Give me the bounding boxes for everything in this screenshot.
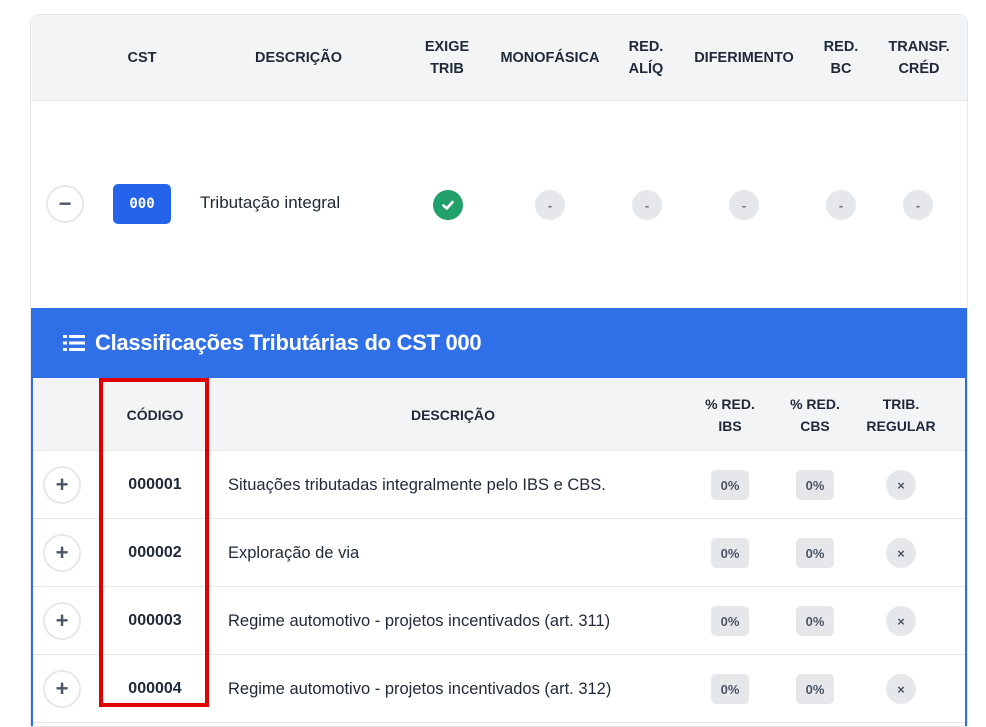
row-description: Regime automotivo - projetos incentivado… bbox=[228, 611, 611, 630]
header-transf-cred[interactable]: TRANSF. CRÉD bbox=[879, 15, 959, 101]
red-cbs-value: 0% bbox=[796, 606, 834, 636]
header-red-cbs[interactable]: % RED. CBS bbox=[783, 378, 847, 451]
transf-cred-dash: - bbox=[903, 190, 933, 220]
cst-table-card: CST DESCRIÇÃO EXIGE TRIB MONOFÁSICA RED.… bbox=[30, 14, 968, 727]
header-descricao-inner[interactable]: DESCRIÇÃO bbox=[228, 378, 678, 451]
header-diferimento[interactable]: DIFERIMENTO bbox=[683, 15, 805, 101]
cst-description: Tributação integral bbox=[200, 193, 341, 212]
row-description: Regime automotivo - projetos incentivado… bbox=[228, 679, 612, 698]
red-ibs-value: 0% bbox=[711, 674, 749, 704]
header-cst[interactable]: CST bbox=[101, 15, 183, 101]
x-icon: × bbox=[886, 606, 916, 636]
red-ibs-value: 0% bbox=[711, 538, 749, 568]
row-code: 000002 bbox=[128, 544, 182, 561]
cst-row-000: − 000 Tributação integral - - - - - bbox=[31, 101, 967, 308]
row-description: Exploração de via bbox=[228, 543, 360, 562]
classificacoes-banner: Classificações Tributárias do CST 000 bbox=[33, 308, 965, 378]
red-aliq-dash: - bbox=[632, 190, 662, 220]
table-row: + 000003 Regime automotivo - projetos in… bbox=[33, 587, 965, 655]
header-red-ibs[interactable]: % RED. IBS bbox=[698, 378, 762, 451]
row-description: Situações tributadas integralmente pelo … bbox=[228, 475, 606, 494]
panel-title: Classificações Tributárias do CST 000 bbox=[95, 330, 482, 355]
row-code: 000001 bbox=[128, 476, 182, 493]
red-cbs-value: 0% bbox=[796, 470, 834, 500]
monofasica-dash: - bbox=[535, 190, 565, 220]
red-ibs-value: 0% bbox=[711, 606, 749, 636]
row-code: 000004 bbox=[128, 680, 182, 697]
header-codigo[interactable]: CÓDIGO bbox=[103, 378, 207, 451]
x-icon: × bbox=[886, 470, 916, 500]
x-icon: × bbox=[886, 538, 916, 568]
table-row: + 000004 Regime automotivo - projetos in… bbox=[33, 655, 965, 723]
diferimento-dash: - bbox=[729, 190, 759, 220]
header-red-aliq[interactable]: RED. ALÍQ bbox=[616, 15, 676, 101]
check-icon bbox=[433, 190, 463, 220]
classificacoes-header: CÓDIGO DESCRIÇÃO % RED. IBS % RED. CBS T… bbox=[33, 378, 965, 451]
expand-button[interactable]: + bbox=[43, 534, 81, 572]
header-trib-regular[interactable]: TRIB. REGULAR bbox=[861, 378, 941, 451]
header-red-bc[interactable]: RED. BC bbox=[811, 15, 871, 101]
table-row: + 000001 Situações tributadas integralme… bbox=[33, 451, 965, 519]
classificacoes-panel: Classificações Tributárias do CST 000 CÓ… bbox=[31, 308, 967, 726]
table-row: + 000002 Exploração de via 0% 0% × bbox=[33, 519, 965, 587]
header-descricao[interactable]: DESCRIÇÃO bbox=[201, 15, 396, 101]
red-bc-dash: - bbox=[826, 190, 856, 220]
header-monofasica[interactable]: MONOFÁSICA bbox=[491, 15, 609, 101]
red-ibs-value: 0% bbox=[711, 470, 749, 500]
expand-button[interactable]: + bbox=[43, 602, 81, 640]
header-exige-trib[interactable]: EXIGE TRIB bbox=[413, 15, 481, 101]
expand-button[interactable]: + bbox=[43, 670, 81, 708]
row-code: 000003 bbox=[128, 612, 182, 629]
red-cbs-value: 0% bbox=[796, 674, 834, 704]
red-cbs-value: 0% bbox=[796, 538, 834, 568]
cst-table-header: CST DESCRIÇÃO EXIGE TRIB MONOFÁSICA RED.… bbox=[31, 15, 967, 101]
expand-button[interactable]: + bbox=[43, 466, 81, 504]
list-icon bbox=[63, 335, 85, 351]
x-icon: × bbox=[886, 674, 916, 704]
collapse-button[interactable]: − bbox=[46, 185, 84, 223]
cst-code-badge: 000 bbox=[113, 184, 171, 224]
